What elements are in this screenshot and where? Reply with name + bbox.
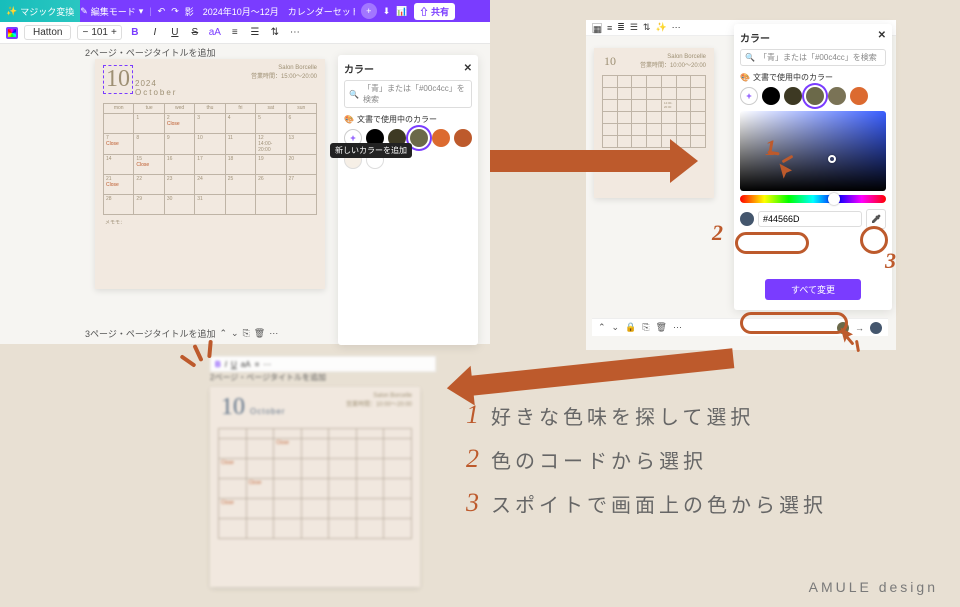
swatch-orange[interactable] bbox=[432, 129, 450, 147]
align-left-icon[interactable]: ≡ bbox=[607, 23, 612, 33]
align-center-icon[interactable]: ≣ bbox=[617, 22, 625, 33]
change-all-button[interactable]: すべて変更 bbox=[765, 279, 861, 300]
italic-button[interactable]: I bbox=[148, 27, 162, 38]
changeall-highlight-circle bbox=[740, 312, 848, 334]
captions: 1好きな色味を探して選択 2色のコードから選択 3スポイトで画面上の色から選択 bbox=[466, 400, 827, 532]
close-icon[interactable]: ✕ bbox=[464, 63, 472, 74]
swatch-olive[interactable] bbox=[410, 129, 428, 147]
annotation-1: 1 bbox=[765, 135, 776, 161]
memo-label: メモモ： bbox=[105, 219, 315, 226]
more-icon[interactable]: ⋯ bbox=[672, 22, 681, 33]
swatch-orange2[interactable] bbox=[454, 129, 472, 147]
annotation-2: 2 bbox=[712, 220, 723, 246]
list-icon[interactable]: ☰ bbox=[630, 22, 638, 33]
eyedropper-highlight-circle bbox=[860, 226, 888, 254]
doc-colors-label: 🎨 文書で使用中のカラー bbox=[344, 114, 472, 125]
doc-title[interactable]: 影 2024年10月〜12月 カレンダーセット シンプ… bbox=[185, 5, 355, 18]
magic-convert[interactable]: ✨ マジック変換 bbox=[6, 5, 74, 18]
add-color-tooltip: 新しいカラーを追加 bbox=[330, 143, 412, 158]
more-icon[interactable]: ⋯ bbox=[673, 322, 682, 333]
trash-icon[interactable]: 🗑 bbox=[656, 322, 667, 333]
undo-icon[interactable]: ↶ bbox=[158, 6, 166, 17]
font-color-icon[interactable] bbox=[6, 27, 18, 39]
result-preview: BIUaA≡⋯ 2ページ・ページタイトルを追加 10 October Salon… bbox=[210, 356, 436, 592]
download-icon[interactable]: ⬇ bbox=[383, 6, 391, 17]
arrow-right bbox=[490, 150, 674, 172]
screenshot-right: ▦ ≡ ≣ ☰ ⇅ ✨ ⋯ 10 Salon Borcelle営業時間：10:0… bbox=[586, 20, 896, 350]
swatch-olive-light[interactable] bbox=[828, 87, 846, 105]
brand-label: AMULE design bbox=[809, 579, 938, 595]
hue-slider[interactable] bbox=[740, 195, 886, 203]
effects-icon[interactable]: ✨ bbox=[655, 22, 666, 33]
font-size[interactable]: − 101 + bbox=[77, 25, 121, 40]
spacing-icon[interactable]: ⇅ bbox=[268, 27, 282, 38]
hex-input[interactable] bbox=[758, 211, 862, 227]
calendar-card[interactable]: 10 2024October Salon Borcelle営業時間：15:00〜… bbox=[95, 59, 325, 289]
expand-icon[interactable]: ⌄ bbox=[612, 322, 620, 333]
shop-info: Salon Borcelle営業時間：15:00〜20:00 bbox=[251, 65, 317, 80]
expand-icon[interactable]: ⌄ bbox=[231, 328, 239, 339]
color-search[interactable]: 🔍 「青」または「#00c4cc」を検索 bbox=[344, 80, 472, 108]
color-search[interactable]: 🔍 「青」または「#00c4cc」を検索 bbox=[740, 49, 886, 66]
swatch-olive[interactable] bbox=[806, 87, 824, 105]
trash-icon[interactable]: 🗑 bbox=[254, 328, 265, 339]
panel-title: カラー bbox=[344, 61, 374, 76]
underline-button[interactable]: U bbox=[168, 27, 182, 38]
align-icon[interactable]: ▦ bbox=[592, 23, 602, 33]
text-toolbar: Hatton − 101 + B I U S aA ≡ ☰ ⇅ ⋯ bbox=[0, 22, 490, 44]
duplicate-icon[interactable]: ⎘ bbox=[642, 322, 649, 333]
calendar-grid: montuewedthufrisatsun 12Close3456 7Close… bbox=[103, 103, 317, 215]
annotation-3: 3 bbox=[885, 248, 896, 274]
share-button[interactable]: ⇧ 共有 bbox=[414, 3, 456, 20]
bold-button[interactable]: B bbox=[128, 27, 142, 38]
gradient-handle[interactable] bbox=[828, 155, 836, 163]
plus-icon[interactable]: + bbox=[361, 3, 377, 19]
color-panel-expanded: カラー✕ 🔍 「青」または「#00c4cc」を検索 🎨 文書で使用中のカラー +… bbox=[734, 24, 892, 310]
to-swatch bbox=[870, 322, 882, 334]
close-icon[interactable]: ✕ bbox=[878, 30, 886, 45]
list-icon[interactable]: ☰ bbox=[248, 27, 262, 38]
hex-swatch bbox=[740, 212, 754, 226]
cursor-icon bbox=[777, 162, 797, 185]
align-icon[interactable]: ≡ bbox=[228, 27, 242, 38]
arrow-left bbox=[470, 348, 735, 395]
color-gradient[interactable] bbox=[740, 111, 886, 191]
color-panel: カラー✕ 🔍 「青」または「#00c4cc」を検索 🎨 文書で使用中のカラー +… bbox=[338, 55, 478, 345]
eyedropper-icon bbox=[870, 213, 882, 225]
collapse-icon[interactable]: ⌃ bbox=[598, 322, 606, 333]
font-select[interactable]: Hatton bbox=[24, 25, 71, 40]
more-icon[interactable]: ⋯ bbox=[288, 27, 302, 38]
spacing-icon[interactable]: ⇅ bbox=[643, 22, 651, 33]
chart-icon[interactable]: 📊 bbox=[396, 6, 407, 17]
duplicate-icon[interactable]: ⎘ bbox=[243, 328, 250, 339]
edit-mode[interactable]: ✎ 編集モード ▾ bbox=[80, 5, 143, 18]
more-icon[interactable]: ⋯ bbox=[269, 328, 278, 339]
swatch-orange[interactable] bbox=[850, 87, 868, 105]
hex-highlight-circle bbox=[735, 232, 809, 254]
page-3-bar: 3ページ・ページタイトルを追加 ⌃ ⌄ ⎘ 🗑 ⋯ bbox=[85, 327, 278, 340]
swatch-black[interactable] bbox=[762, 87, 780, 105]
hue-handle[interactable] bbox=[828, 193, 840, 205]
collapse-icon[interactable]: ⌃ bbox=[219, 328, 227, 339]
month-number[interactable]: 10 bbox=[103, 65, 133, 94]
canva-topbar: ✨ マジック変換 ✎ 編集モード ▾ | ↶ ↷ 影 2024年10月〜12月 … bbox=[0, 0, 490, 22]
lock-icon[interactable]: 🔒 bbox=[625, 322, 636, 333]
redo-icon[interactable]: ↷ bbox=[171, 6, 179, 17]
page-2-label: 2ページ・ページタイトルを追加 bbox=[85, 46, 215, 59]
swatch-olive-dark[interactable] bbox=[784, 87, 802, 105]
strike-button[interactable]: S bbox=[188, 27, 202, 38]
case-button[interactable]: aA bbox=[208, 27, 222, 38]
add-color-swatch[interactable]: + bbox=[740, 87, 758, 105]
